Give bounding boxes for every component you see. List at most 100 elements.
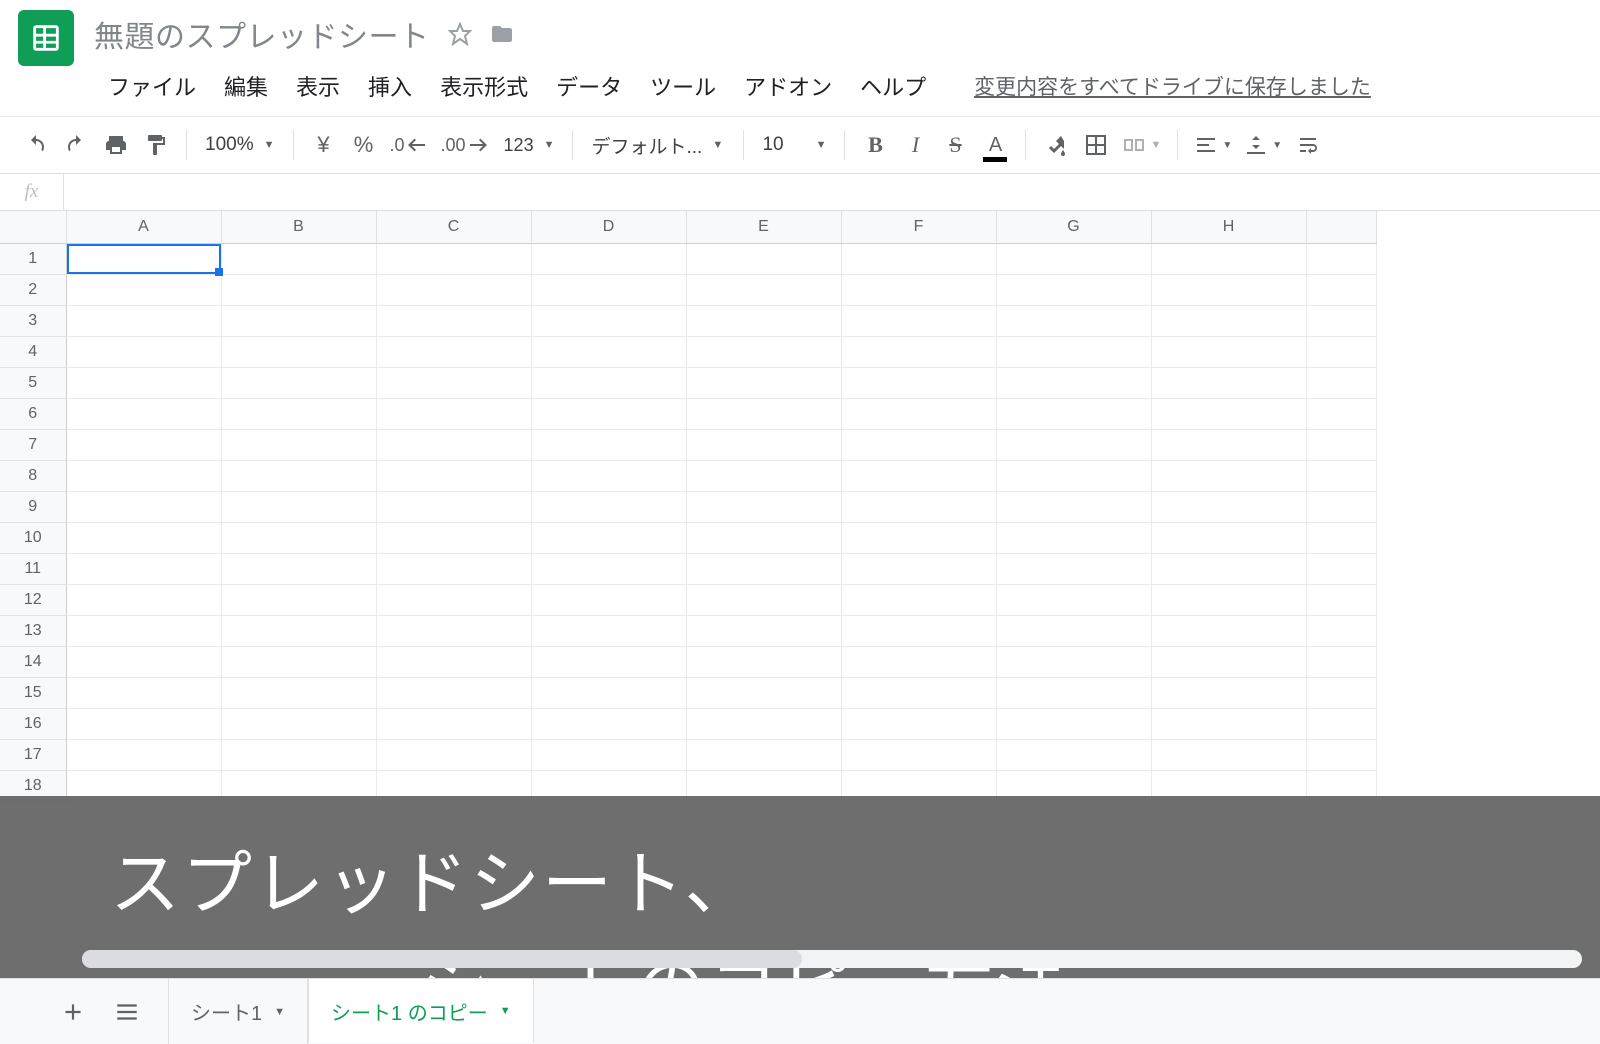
cell[interactable] — [531, 367, 686, 398]
percent-button[interactable]: % — [344, 125, 384, 165]
cell[interactable] — [841, 429, 996, 460]
cell[interactable] — [1306, 677, 1376, 708]
cell[interactable] — [1306, 367, 1376, 398]
all-sheets-button[interactable] — [114, 999, 140, 1025]
cell[interactable] — [221, 491, 376, 522]
cell[interactable] — [1151, 274, 1306, 305]
cell[interactable] — [1306, 708, 1376, 739]
cell[interactable] — [221, 677, 376, 708]
cell[interactable] — [221, 553, 376, 584]
row-header[interactable]: 15 — [0, 677, 66, 708]
cell[interactable] — [996, 305, 1151, 336]
cell[interactable] — [996, 615, 1151, 646]
cell[interactable] — [376, 677, 531, 708]
cell[interactable] — [376, 243, 531, 274]
cell[interactable] — [1306, 243, 1376, 274]
cell[interactable] — [996, 646, 1151, 677]
cell[interactable] — [66, 739, 221, 770]
cell[interactable] — [996, 522, 1151, 553]
cell[interactable] — [686, 460, 841, 491]
cell[interactable] — [221, 646, 376, 677]
cell[interactable] — [686, 584, 841, 615]
cell[interactable] — [531, 429, 686, 460]
cell[interactable] — [996, 739, 1151, 770]
cell[interactable] — [376, 615, 531, 646]
cell[interactable] — [841, 305, 996, 336]
column-header[interactable]: G — [996, 211, 1151, 243]
add-sheet-button[interactable] — [60, 999, 86, 1025]
row-header[interactable]: 10 — [0, 522, 66, 553]
cell[interactable] — [1306, 274, 1376, 305]
cell[interactable] — [531, 243, 686, 274]
decrease-decimal-button[interactable]: .0 — [384, 125, 435, 165]
cell[interactable] — [376, 367, 531, 398]
cell[interactable] — [996, 243, 1151, 274]
menu-format[interactable]: 表示形式 — [426, 64, 542, 108]
cell[interactable] — [376, 460, 531, 491]
cell[interactable] — [686, 305, 841, 336]
column-header[interactable]: D — [531, 211, 686, 243]
cell[interactable] — [1306, 584, 1376, 615]
cell[interactable] — [66, 522, 221, 553]
horizontal-align-button[interactable]: ▼ — [1188, 125, 1238, 165]
cell[interactable] — [1151, 584, 1306, 615]
cell[interactable] — [376, 584, 531, 615]
row-header[interactable]: 6 — [0, 398, 66, 429]
cell[interactable] — [66, 243, 221, 274]
horizontal-scrollbar[interactable] — [82, 950, 1582, 968]
more-formats-dropdown[interactable]: 123▼ — [496, 135, 563, 156]
cell[interactable] — [1151, 429, 1306, 460]
cell[interactable] — [66, 429, 221, 460]
row-header[interactable]: 2 — [0, 274, 66, 305]
cell[interactable] — [841, 398, 996, 429]
cell[interactable] — [531, 398, 686, 429]
cell[interactable] — [1151, 553, 1306, 584]
menu-edit[interactable]: 編集 — [210, 64, 282, 108]
font-size-dropdown[interactable]: 10▼ — [754, 134, 834, 156]
cell[interactable] — [686, 522, 841, 553]
row-header[interactable]: 7 — [0, 429, 66, 460]
row-header[interactable]: 5 — [0, 367, 66, 398]
bold-button[interactable]: B — [855, 125, 895, 165]
cell[interactable] — [686, 708, 841, 739]
cell[interactable] — [1151, 615, 1306, 646]
cell[interactable] — [531, 708, 686, 739]
cell[interactable] — [376, 336, 531, 367]
row-header[interactable]: 9 — [0, 491, 66, 522]
cell[interactable] — [996, 398, 1151, 429]
cell[interactable] — [1151, 739, 1306, 770]
cell[interactable] — [221, 274, 376, 305]
cell[interactable] — [66, 553, 221, 584]
row-header[interactable]: 17 — [0, 739, 66, 770]
borders-button[interactable] — [1076, 125, 1116, 165]
cell[interactable] — [1306, 491, 1376, 522]
sheet-tab-1[interactable]: シート1 ▼ — [168, 979, 308, 1044]
cell[interactable] — [221, 398, 376, 429]
cell[interactable] — [531, 553, 686, 584]
cell[interactable] — [376, 522, 531, 553]
cell[interactable] — [686, 615, 841, 646]
menu-view[interactable]: 表示 — [282, 64, 354, 108]
cell[interactable] — [531, 677, 686, 708]
document-title[interactable]: 無題のスプレッドシート — [94, 12, 430, 56]
cell[interactable] — [66, 646, 221, 677]
cell[interactable] — [1151, 522, 1306, 553]
menu-data[interactable]: データ — [542, 64, 636, 108]
menu-file[interactable]: ファイル — [94, 64, 210, 108]
row-header[interactable]: 11 — [0, 553, 66, 584]
row-header[interactable]: 4 — [0, 336, 66, 367]
column-header[interactable]: E — [686, 211, 841, 243]
cell[interactable] — [1151, 243, 1306, 274]
cell[interactable] — [221, 460, 376, 491]
cell[interactable] — [1306, 460, 1376, 491]
cell[interactable] — [1306, 429, 1376, 460]
cell[interactable] — [1306, 305, 1376, 336]
sheet-tab-2-active[interactable]: シート1 のコピー ▼ — [308, 978, 534, 1043]
cell[interactable] — [1306, 336, 1376, 367]
cell[interactable] — [996, 429, 1151, 460]
text-color-button[interactable]: A — [975, 125, 1015, 165]
cell[interactable] — [531, 274, 686, 305]
cell[interactable] — [531, 305, 686, 336]
merge-cells-button[interactable]: ▼ — [1116, 125, 1167, 165]
cell[interactable] — [1306, 739, 1376, 770]
